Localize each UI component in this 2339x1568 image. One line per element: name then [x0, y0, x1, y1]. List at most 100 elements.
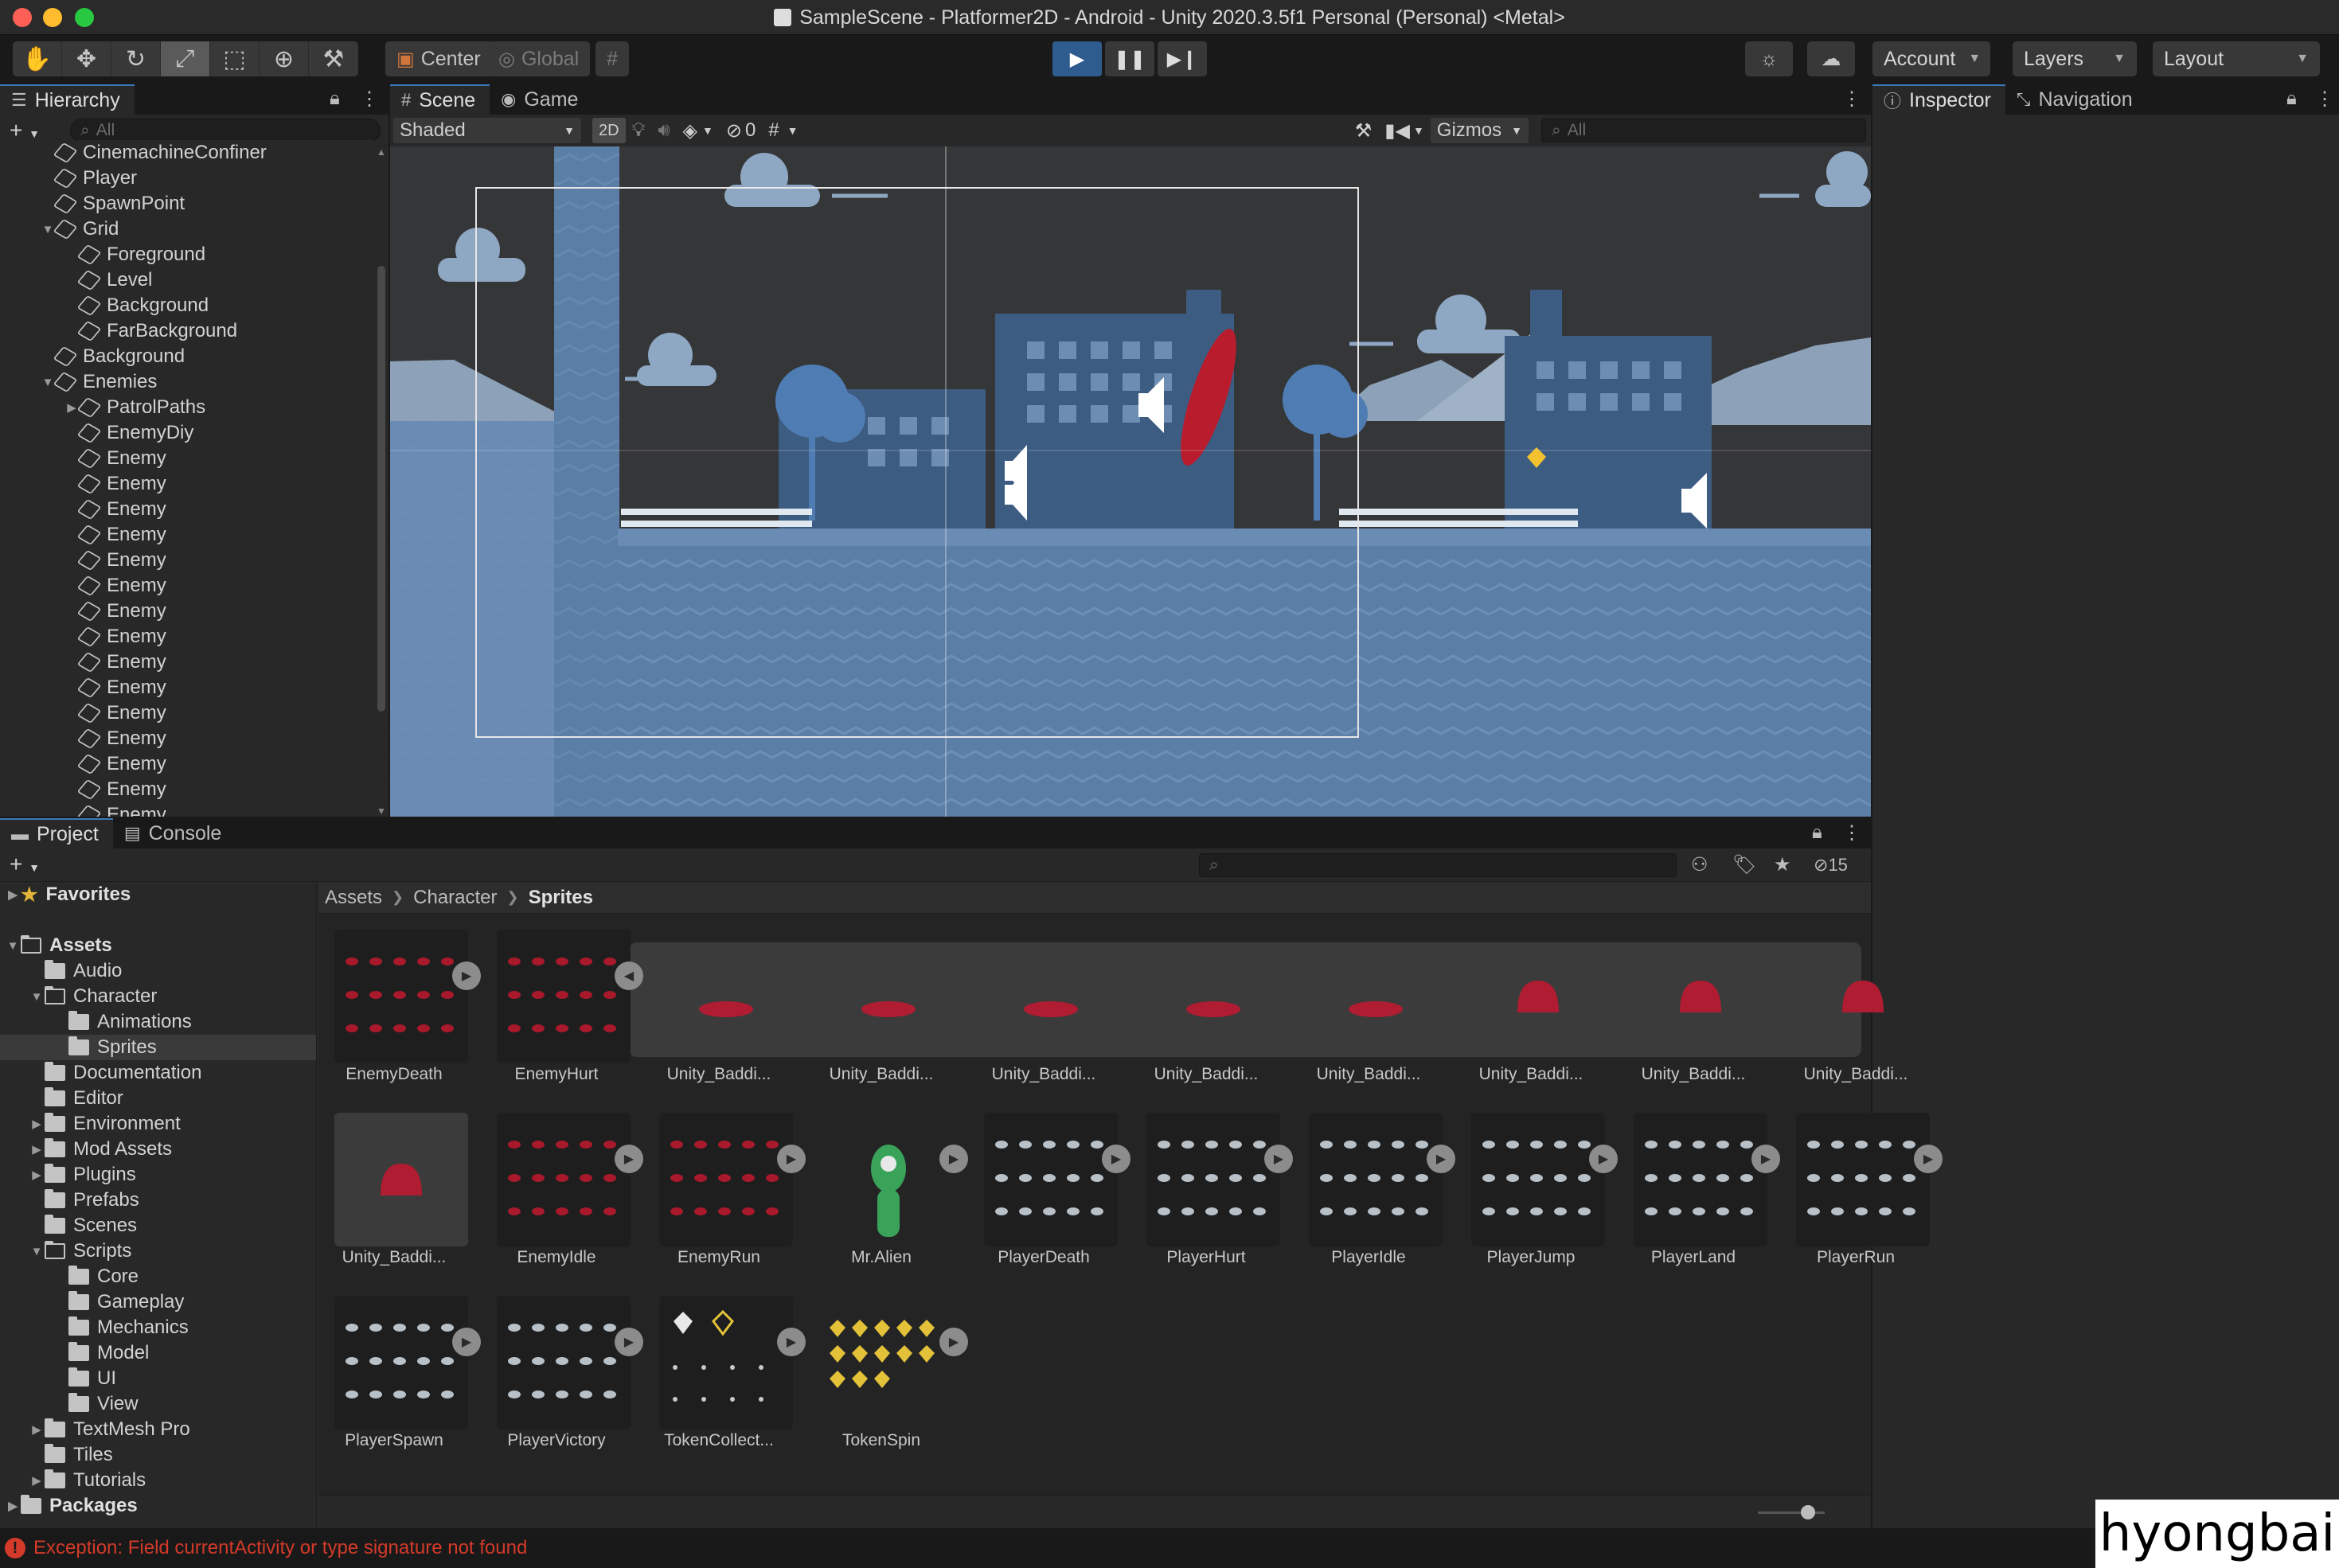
project-search-input[interactable]: ⌕ [1199, 853, 1677, 877]
breadcrumb-character[interactable]: Character [413, 887, 497, 909]
chevron-down-icon[interactable]: ▼ [29, 1245, 45, 1258]
asset-item[interactable]: Unity_Baddi... [1618, 914, 1769, 1083]
hierarchy-item[interactable]: Enemy [0, 522, 374, 548]
hierarchy-item[interactable]: Enemy [0, 471, 374, 497]
account-dropdown[interactable]: Account ▼ [1872, 41, 1990, 76]
favorite-star-icon[interactable]: ★ [1774, 853, 1791, 876]
asset-item[interactable]: Unity_Baddi... [643, 914, 795, 1083]
folder-item[interactable]: ▶ Mod Assets [0, 1137, 316, 1162]
hierarchy-item[interactable]: Foreground [0, 242, 374, 267]
pause-button[interactable]: ❚❚ [1105, 41, 1154, 76]
effects-dropdown-icon[interactable]: ◈ ▼ [677, 118, 720, 143]
custom-tool-icon[interactable]: ⚒ [309, 41, 358, 76]
hierarchy-item[interactable]: FarBackground [0, 318, 374, 344]
asset-item[interactable]: ▶ TokenSpin [806, 1280, 968, 1449]
folder-item[interactable]: Tiles [0, 1442, 316, 1468]
hidden-objects-button[interactable]: ⊘ 0 [720, 118, 762, 143]
folder-item[interactable]: ▶ TextMesh Pro [0, 1417, 316, 1442]
hidden-packages-button[interactable]: ⊘15 [1814, 855, 1848, 876]
folder-item[interactable]: Core [0, 1264, 316, 1289]
asset-item[interactable]: Unity_Baddi... [1130, 914, 1282, 1083]
expand-sprites-icon[interactable]: ▶ [1427, 1145, 1455, 1173]
expand-sprites-icon[interactable]: ▶ [777, 1328, 806, 1356]
pivot-center-button[interactable]: ▣ Center [385, 41, 492, 76]
asset-item[interactable]: ▶ PlayerRun [1780, 1097, 1943, 1266]
expand-sprites-icon[interactable]: ▶ [1751, 1145, 1780, 1173]
expand-sprites-icon[interactable]: ▶ [939, 1328, 968, 1356]
status-bar[interactable]: ! Exception: Field currentActivity or ty… [0, 1528, 2339, 1568]
grid-visibility-dropdown[interactable]: # ▼ [762, 118, 804, 143]
transform-tool-icon[interactable]: ⊕ [260, 41, 309, 76]
tab-project[interactable]: ▬ Project [0, 818, 113, 848]
chevron-right-icon[interactable]: ▶ [29, 1168, 45, 1182]
step-button[interactable]: ▶❙ [1158, 41, 1207, 76]
scene-viewport[interactable] [390, 146, 1871, 817]
asset-item[interactable]: ▶ PlayerSpawn [318, 1280, 481, 1449]
expand-sprites-icon[interactable]: ▶ [1914, 1145, 1943, 1173]
lock-icon[interactable]: 🔒︎ [2286, 88, 2297, 110]
folder-item[interactable]: Model [0, 1340, 316, 1366]
rotate-tool-icon[interactable]: ↻ [111, 41, 161, 76]
hierarchy-item[interactable]: Enemy [0, 446, 374, 471]
expand-sprites-icon[interactable]: ▶ [452, 961, 481, 990]
scene-search-input[interactable]: ⌕ All [1541, 119, 1866, 142]
hierarchy-item[interactable]: Enemy [0, 548, 374, 573]
hierarchy-item[interactable]: CinemachineConfiner [0, 140, 374, 166]
folder-item[interactable]: ▶ Plugins [0, 1162, 316, 1188]
audio-toggle-icon[interactable]: 🔊︎ [651, 118, 676, 143]
folder-item[interactable]: Sprites [0, 1035, 316, 1060]
folder-item[interactable]: Gameplay [0, 1289, 316, 1315]
lock-icon[interactable]: 🔒︎ [1812, 821, 1822, 844]
tab-navigation[interactable]: ⤡ Navigation [2005, 84, 2147, 115]
folder-item[interactable]: ▶ Packages [0, 1493, 316, 1519]
folder-item[interactable]: ▼ Scripts [0, 1238, 316, 1264]
expand-sprites-icon[interactable]: ▶ [1264, 1145, 1293, 1173]
hierarchy-item[interactable]: Enemy [0, 751, 374, 777]
lock-icon[interactable]: 🔒︎ [330, 88, 340, 110]
scale-tool-icon[interactable]: ⤢ [161, 41, 210, 76]
folder-item[interactable]: ▶ Environment [0, 1111, 316, 1137]
expand-sprites-icon[interactable]: ▶ [615, 1145, 643, 1173]
asset-item[interactable]: ▶ PlayerVictory [481, 1280, 643, 1449]
create-asset-dropdown[interactable]: + ▼ [10, 852, 40, 877]
hierarchy-item[interactable]: EnemyDiy [0, 420, 374, 446]
gizmos-dropdown[interactable]: Gizmos ▼ [1430, 118, 1529, 143]
expand-sprites-icon[interactable]: ▶ [452, 1328, 481, 1356]
scrollbar-thumb[interactable] [377, 266, 385, 712]
collapse-sprites-icon[interactable]: ◀ [615, 961, 643, 990]
asset-item[interactable]: Unity_Baddi... [1455, 914, 1607, 1083]
expand-sprites-icon[interactable]: ▶ [1102, 1145, 1130, 1173]
tab-scene[interactable]: # Scene [390, 84, 490, 115]
layers-dropdown[interactable]: Layers ▼ [2013, 41, 2137, 76]
collab-button[interactable]: ☁ [1807, 41, 1855, 76]
asset-item[interactable]: Unity_Baddi... [1780, 914, 1931, 1083]
hierarchy-scrollbar[interactable]: ▲ ▼ [374, 146, 389, 817]
rect-tool-icon[interactable]: ⬚ [210, 41, 260, 76]
asset-item[interactable]: Unity_Baddi... [318, 1097, 470, 1266]
hierarchy-item[interactable]: ▼ Grid [0, 216, 374, 242]
asset-item[interactable]: ◀ EnemyHurt [481, 914, 643, 1083]
chevron-right-icon[interactable]: ▶ [29, 1422, 45, 1437]
chevron-down-icon[interactable]: ▼ [5, 939, 21, 953]
hierarchy-search-input[interactable]: ⌕ All [70, 119, 381, 142]
asset-item[interactable]: ▶ PlayerHurt [1130, 1097, 1293, 1266]
scroll-down-icon[interactable]: ▼ [377, 805, 386, 817]
chevron-right-icon[interactable]: ▶ [29, 1473, 45, 1488]
folder-item[interactable]: UI [0, 1366, 316, 1391]
asset-item[interactable]: ▶ PlayerLand [1618, 1097, 1780, 1266]
search-by-label-icon[interactable]: 🏷︎ [1732, 853, 1756, 876]
breadcrumb-sprites[interactable]: Sprites [529, 887, 593, 909]
hierarchy-item[interactable]: Background [0, 293, 374, 318]
breadcrumb-assets[interactable]: Assets [325, 887, 382, 909]
folder-item[interactable]: Editor [0, 1086, 316, 1111]
tab-inspector[interactable]: ⓘ Inspector [1872, 84, 2005, 115]
expand-sprites-icon[interactable]: ▶ [777, 1145, 806, 1173]
draw-mode-dropdown[interactable]: Shaded ▼ [393, 118, 581, 143]
kebab-menu-icon[interactable]: ⋮ [1842, 821, 1861, 844]
hierarchy-item[interactable]: Enemy [0, 802, 374, 817]
services-button[interactable]: ☼ [1745, 41, 1793, 76]
hierarchy-item[interactable]: ▼ Enemies [0, 369, 374, 395]
hierarchy-item[interactable]: ▶ PatrolPaths [0, 395, 374, 420]
scroll-up-icon[interactable]: ▲ [377, 146, 386, 158]
asset-item[interactable]: Unity_Baddi... [806, 914, 957, 1083]
